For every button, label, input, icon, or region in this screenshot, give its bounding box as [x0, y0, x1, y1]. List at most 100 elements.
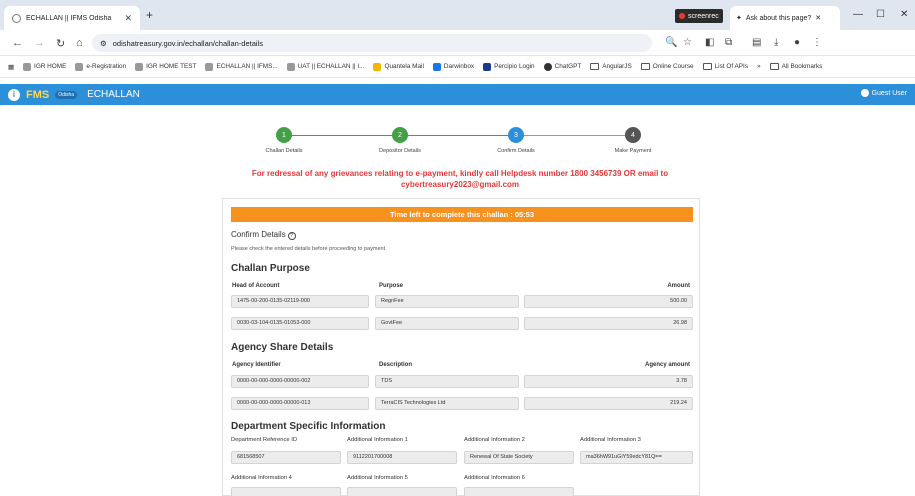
agency-identifier-field: 0000-00-000-0000-00000-002: [231, 375, 369, 388]
apps-grid-icon[interactable]: ▦: [8, 63, 14, 71]
site-favicon-icon: [12, 13, 21, 23]
bookmark-favicon-icon: [23, 62, 32, 71]
bookmark-item[interactable]: IGR HOME: [23, 62, 66, 71]
step-label: Make Payment: [614, 148, 652, 154]
browser-tab[interactable]: ECHALLAN || IFMS Odisha ✕: [4, 6, 140, 30]
app-header: i FMS Odisha ECHALLAN Guest User: [0, 84, 915, 105]
bookmark-item[interactable]: e-Registration: [75, 62, 127, 71]
step-label: Depositor Details: [379, 148, 421, 154]
bookmark-item[interactable]: ECHALLAN || IFMS...: [205, 62, 278, 71]
addl-info-5-field: [347, 487, 457, 496]
reload-icon[interactable]: ↻: [56, 37, 65, 50]
bookmark-label: Online Course: [652, 63, 694, 70]
col-head-of-account: Head of Account: [232, 283, 280, 289]
bookmark-item[interactable]: Percipio Login: [483, 62, 535, 71]
info-logo-icon: i: [8, 88, 20, 101]
quantela-icon: [373, 62, 382, 71]
bookmark-label: All Bookmarks: [781, 63, 823, 70]
col-purpose: Purpose: [379, 283, 404, 289]
step-number: 3: [508, 127, 524, 143]
bookmark-item[interactable]: ChatGPT: [543, 62, 582, 71]
bookmark-label: ECHALLAN || IFMS...: [216, 63, 278, 70]
home-icon[interactable]: ⌂: [76, 37, 83, 49]
zoom-icon[interactable]: 🔍: [665, 37, 677, 48]
progress-stepper: 1 Challan Details 2 Depositor Details 3 …: [235, 126, 685, 156]
profile-icon[interactable]: ●: [794, 37, 800, 48]
new-tab-icon[interactable]: +: [146, 8, 153, 22]
menu-icon[interactable]: ⋮: [812, 37, 822, 48]
addl-info-1-field: 9112201700008: [347, 451, 457, 464]
folder-icon: [640, 63, 650, 70]
challan-card: Time left to complete this challan : 05:…: [222, 198, 700, 496]
confirm-title-text: Confirm Details: [231, 230, 286, 239]
amount-field: 500.00: [524, 295, 693, 308]
challan-purpose-heading: Challan Purpose: [231, 263, 310, 274]
step-label: Confirm Details: [497, 148, 535, 154]
site-info-icon[interactable]: ⚙: [100, 39, 107, 48]
addl-info-4-label: Additional Information 4: [231, 475, 292, 481]
description-field: TerraCIS Technologies Ltd: [375, 397, 519, 410]
bookmark-folder[interactable]: List Of APIs: [702, 63, 749, 70]
bookmark-item[interactable]: IGR HOME TEST: [135, 62, 196, 71]
step-number: 4: [625, 127, 641, 143]
screenrec-badge[interactable]: screenrec: [675, 9, 723, 23]
close-tab-icon[interactable]: ✕: [124, 13, 132, 24]
col-agency-identifier: Agency Identifier: [232, 362, 281, 368]
guest-user-menu[interactable]: Guest User: [860, 89, 907, 97]
extension-icon[interactable]: ◧: [705, 37, 714, 48]
bookmark-label: Quantela Mail: [384, 63, 424, 70]
help-icon[interactable]: ?: [287, 232, 296, 240]
tab-title: ECHALLAN || IFMS Odisha: [26, 14, 112, 22]
step-number: 2: [392, 127, 408, 143]
app-title: ECHALLAN: [87, 89, 140, 100]
chatgpt-icon: [543, 62, 552, 71]
puzzle-icon[interactable]: ⧉: [725, 37, 732, 48]
bookmark-label: AngularJS: [602, 63, 632, 70]
bookmark-item[interactable]: Quantela Mail: [373, 62, 424, 71]
bookmark-item[interactable]: Darwinbox: [432, 62, 475, 71]
bookmark-label: e-Registration: [86, 63, 127, 70]
odisha-badge: Odisha: [55, 90, 78, 99]
agency-amount-field: 3.78: [524, 375, 693, 388]
guest-user-label: Guest User: [871, 89, 907, 97]
step-challan-details: 1 Challan Details: [244, 127, 324, 154]
bookmark-favicon-icon: [205, 62, 214, 71]
forward-icon[interactable]: →: [34, 37, 45, 49]
purpose-field: RegnFee: [375, 295, 519, 308]
back-icon[interactable]: ←: [12, 37, 23, 49]
bookmark-folder[interactable]: AngularJS: [590, 63, 632, 70]
all-bookmarks-folder[interactable]: All Bookmarks: [769, 63, 823, 70]
bookmark-label: Darwinbox: [443, 63, 475, 70]
sidepanel-icon[interactable]: ▤: [752, 37, 761, 48]
url-text: odishatreasury.gov.in/echallan/challan-d…: [112, 38, 263, 48]
head-of-account-field: 1475-00-200-0135-02119-000: [231, 295, 369, 308]
download-icon[interactable]: ⤓: [774, 37, 778, 48]
close-window-icon[interactable]: ✕: [900, 9, 908, 20]
agency-identifier-field: 0000-00-000-0000-00000-013: [231, 397, 369, 410]
bookmark-item[interactable]: UAT || ECHALLAN || I...: [286, 62, 365, 71]
minimize-icon[interactable]: —: [853, 9, 863, 20]
url-field[interactable]: ⚙ odishatreasury.gov.in/echallan/challan…: [92, 34, 652, 52]
bookmark-label: UAT || ECHALLAN || I...: [297, 63, 365, 70]
addl-info-2-field: Renewal Of State Society: [464, 451, 574, 464]
darwinbox-icon: [432, 62, 441, 71]
bookmark-label: ChatGPT: [554, 63, 582, 70]
bookmark-favicon-icon: [75, 62, 84, 71]
bookmark-label: List Of APIs: [714, 63, 749, 70]
col-amount: Amount: [667, 283, 690, 289]
step-confirm-details: 3 Confirm Details: [476, 127, 556, 154]
bookmark-label: Percipio Login: [494, 63, 535, 70]
star-bookmark-icon[interactable]: ☆: [683, 37, 692, 48]
maximize-icon[interactable]: ☐: [876, 9, 885, 20]
ask-page-tab[interactable]: ✦ Ask about this page? ✕: [730, 6, 840, 30]
record-dot-icon: [679, 13, 685, 19]
confirm-subtitle: Please check the entered details before …: [231, 246, 386, 252]
ask-tab-label: Ask about this page?: [745, 14, 812, 22]
bookmark-folder[interactable]: Online Course: [640, 63, 694, 70]
countdown-timer: Time left to complete this challan : 05:…: [231, 207, 693, 222]
folder-icon: [590, 63, 600, 70]
more-bookmarks-icon[interactable]: »: [757, 63, 761, 70]
addl-info-3-label: Additional Information 3: [580, 437, 641, 443]
close-ask-tab-icon[interactable]: ✕: [815, 14, 821, 22]
addl-info-2-label: Additional Information 2: [464, 437, 525, 443]
